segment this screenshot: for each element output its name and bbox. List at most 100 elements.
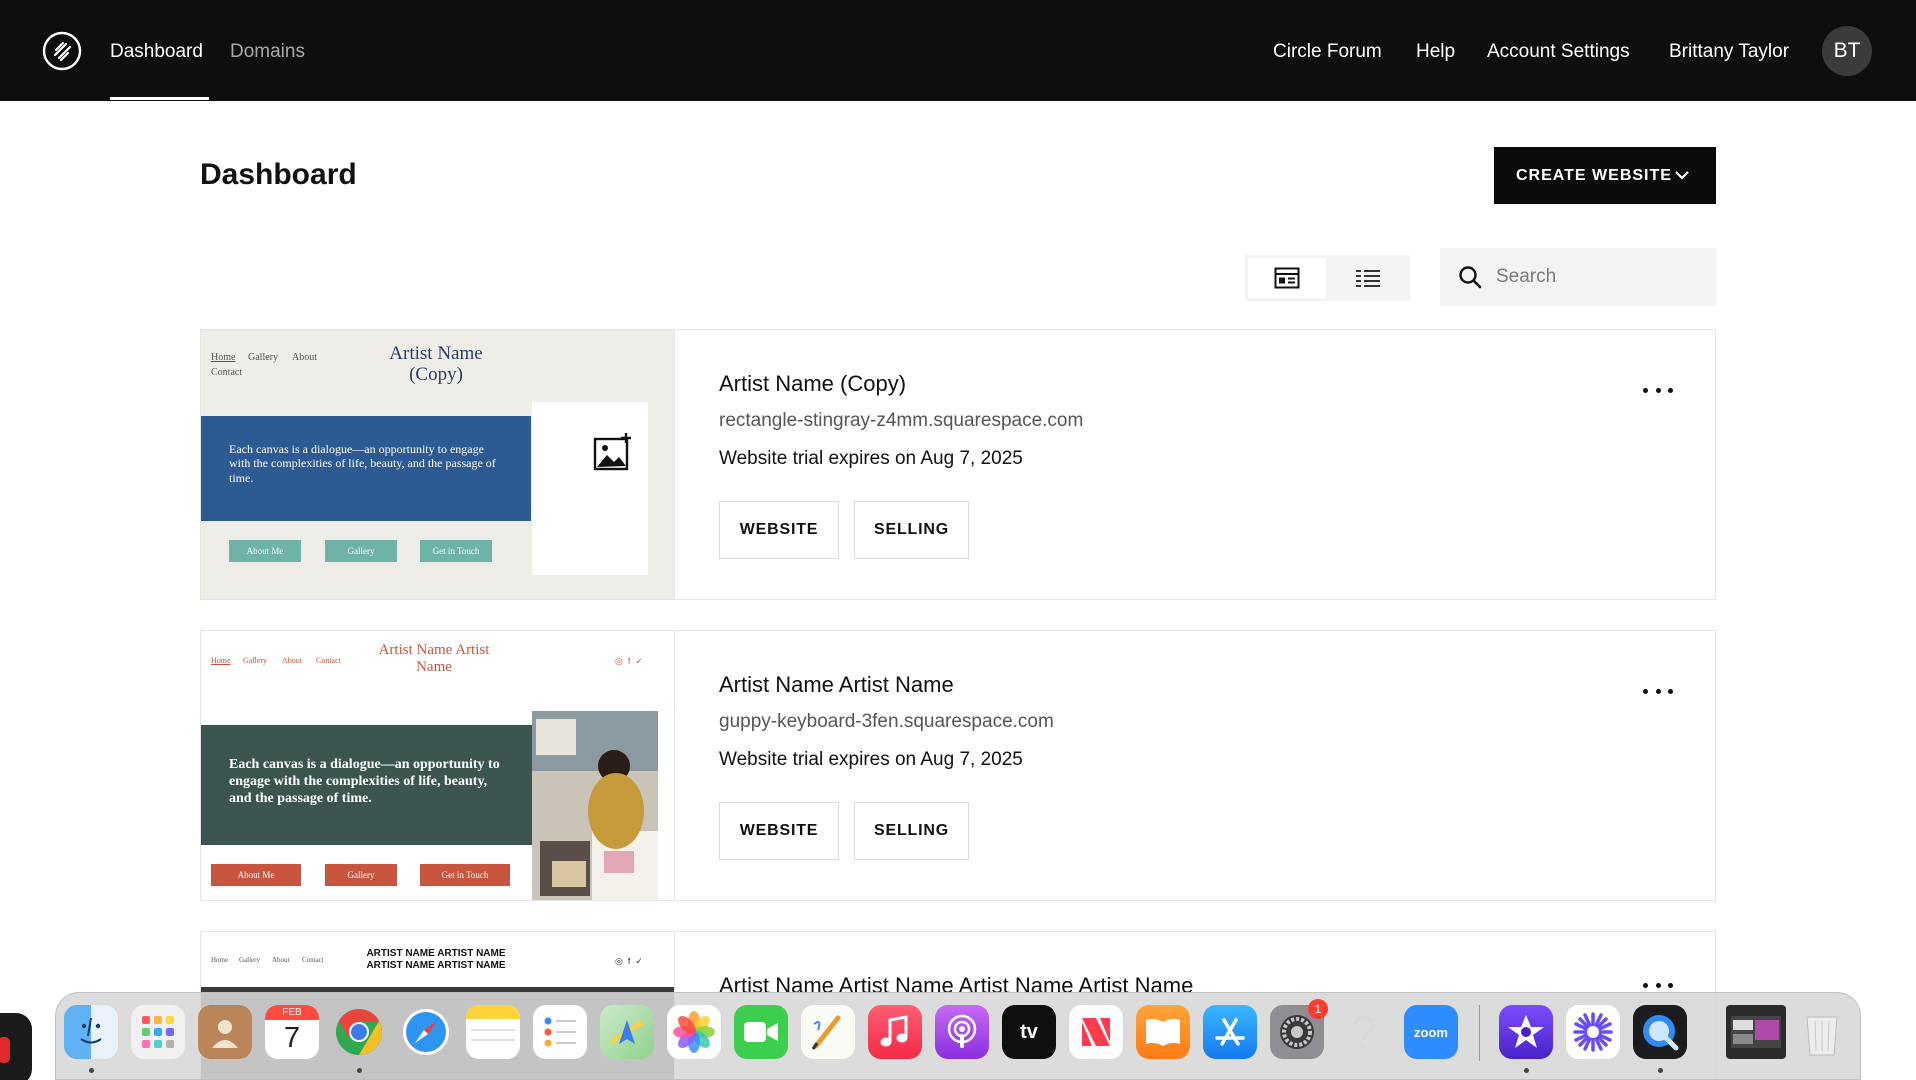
selling-button[interactable]: SELLING — [854, 802, 969, 860]
notes-line — [471, 1039, 515, 1041]
music-note-icon — [880, 1015, 908, 1047]
apple-tv-icon[interactable]: tv — [1002, 1005, 1056, 1059]
nav-dashboard[interactable]: Dashboard — [110, 40, 203, 64]
calendar-month: FEB — [265, 1005, 319, 1020]
map-pin-icon — [609, 1019, 645, 1045]
trial-status: Website trial expires on Aug 7, 2025 — [719, 749, 1023, 770]
preview-nav-gallery: Gallery — [239, 956, 260, 964]
site-preview-thumbnail[interactable]: Home Gallery About Contact Artist Name A… — [201, 631, 675, 900]
preview-title: Artist Name Artist Name — [378, 642, 490, 675]
preview-social-icons: ◎ f ✓ — [615, 956, 643, 966]
nav-account-settings[interactable]: Account Settings — [1487, 40, 1630, 64]
search-input[interactable] — [1496, 266, 1696, 288]
list-icon — [1356, 270, 1380, 287]
news-icon[interactable] — [1069, 1005, 1123, 1059]
music-icon[interactable] — [868, 1005, 922, 1059]
more-options-icon[interactable] — [1643, 686, 1673, 696]
facetime-icon[interactable] — [734, 1005, 788, 1059]
notes-line — [471, 1029, 515, 1031]
active-nav-indicator — [110, 97, 209, 100]
user-name[interactable]: Brittany Taylor — [1669, 40, 1789, 64]
app-grid-icon — [142, 1016, 174, 1048]
help-icon[interactable]: ? — [1337, 1005, 1391, 1059]
preview-title: Artist Name (Copy) — [389, 343, 483, 385]
list-view-button[interactable] — [1329, 258, 1407, 298]
podcast-icon — [947, 1014, 977, 1048]
imovie-icon[interactable] — [1499, 1005, 1553, 1059]
nav-help[interactable]: Help — [1416, 40, 1455, 64]
star-icon — [1508, 1015, 1544, 1048]
site-preview-thumbnail[interactable]: Home Gallery About Contact Artist Name (… — [201, 330, 675, 599]
podcasts-icon[interactable] — [935, 1005, 989, 1059]
image-add-icon — [593, 433, 631, 471]
preview-nav-about: About — [282, 656, 302, 665]
sunburst-app-icon[interactable] — [1566, 1005, 1620, 1059]
photos-icon[interactable] — [667, 1005, 721, 1059]
preview-title-line-1: ARTIST NAME ARTIST NAME — [366, 948, 506, 959]
system-settings-icon[interactable]: 1 — [1270, 999, 1328, 1059]
website-button[interactable]: WEBSITE — [719, 501, 839, 559]
preview-button-about: About Me — [211, 864, 301, 886]
preview-nav-home: Home — [211, 956, 229, 964]
avatar[interactable]: BT — [1822, 26, 1872, 76]
site-card[interactable]: Home Gallery About Contact Artist Name A… — [200, 630, 1716, 901]
more-options-icon[interactable] — [1643, 980, 1673, 990]
quicktime-q-icon — [1643, 1015, 1679, 1051]
window-preview-icon — [1731, 1016, 1781, 1048]
create-website-button[interactable]: CREATE WEBSITE — [1494, 147, 1716, 204]
preview-nav-contact: Contact — [211, 367, 243, 378]
nav-domains[interactable]: Domains — [230, 40, 305, 64]
website-button[interactable]: WEBSITE — [719, 802, 839, 860]
contacts-icon[interactable] — [198, 1005, 252, 1059]
search-box — [1440, 248, 1716, 306]
finder-icon[interactable] — [64, 1005, 118, 1059]
quicktime-icon[interactable] — [1633, 1005, 1687, 1059]
app-store-icon[interactable] — [1203, 1005, 1257, 1059]
calendar-icon[interactable]: FEB 7 — [265, 1005, 319, 1059]
reminders-icon[interactable] — [533, 1005, 587, 1059]
preview-button-gallery: Gallery — [325, 864, 397, 886]
nav-circle-forum[interactable]: Circle Forum — [1273, 40, 1382, 64]
preview-hero: Each canvas is a dialogue—an opportunity… — [201, 725, 533, 845]
view-toggle — [1245, 255, 1410, 301]
chrome-icon[interactable] — [332, 1005, 386, 1059]
site-card[interactable]: Home Gallery About Contact Artist Name (… — [200, 329, 1716, 600]
trash-can-icon — [1805, 1011, 1839, 1056]
preview-nav-home: Home — [211, 656, 231, 665]
page-title: Dashboard — [200, 158, 357, 191]
selling-button[interactable]: SELLING — [854, 501, 969, 559]
trash-icon[interactable] — [1795, 1005, 1849, 1059]
dock-separator — [1479, 1005, 1480, 1061]
zoom-icon[interactable]: zoom — [1404, 1005, 1458, 1059]
safari-icon[interactable] — [399, 1005, 453, 1059]
chevron-down-icon — [1675, 171, 1689, 180]
preview-button-about: About Me — [229, 540, 301, 562]
calendar-day: 7 — [283, 1022, 301, 1054]
grid-view-button[interactable] — [1248, 258, 1326, 298]
notes-icon[interactable] — [466, 1005, 520, 1059]
launchpad-icon[interactable] — [131, 1005, 185, 1059]
preview-nav-gallery: Gallery — [243, 656, 267, 665]
maps-icon[interactable] — [600, 1005, 654, 1059]
preview-button-contact: Get in Touch — [420, 540, 492, 562]
more-options-icon[interactable] — [1643, 385, 1673, 395]
preview-social-icons: ◎ f ✓ — [615, 656, 643, 666]
books-icon[interactable] — [1136, 1005, 1190, 1059]
freeform-icon[interactable] — [801, 1005, 855, 1059]
screenshot-thumbnail-icon[interactable] — [1726, 1005, 1786, 1059]
photos-flower-icon — [673, 1011, 715, 1053]
edge-app-icon[interactable] — [0, 1013, 32, 1080]
dock-running-indicator — [1658, 1068, 1663, 1073]
preview-nav-contact: Contact — [302, 956, 324, 964]
squarespace-logo-icon[interactable] — [42, 31, 82, 71]
trial-status: Website trial expires on Aug 7, 2025 — [719, 448, 1023, 469]
preview-nav-gallery: Gallery — [248, 352, 278, 363]
site-title[interactable]: Artist Name (Copy) — [719, 370, 906, 398]
site-title[interactable]: Artist Name Artist Name — [719, 671, 954, 699]
dock-running-indicator — [89, 1068, 94, 1073]
preview-button-contact: Get in Touch — [420, 864, 510, 886]
news-logo-icon — [1082, 1018, 1110, 1046]
notification-badge: 1 — [1308, 999, 1328, 1019]
dock-running-indicator — [357, 1068, 362, 1073]
site-url: guppy-keyboard-3fen.squarespace.com — [719, 711, 1054, 732]
